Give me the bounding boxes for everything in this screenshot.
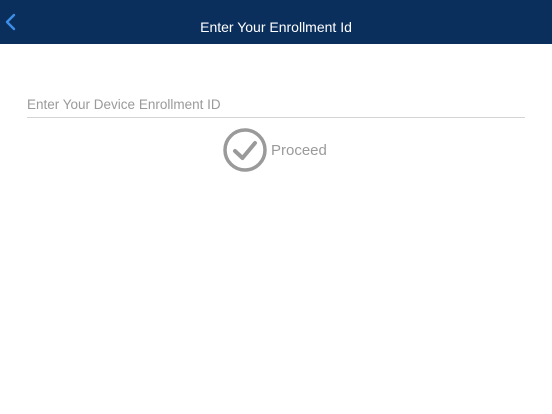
enrollment-id-input[interactable] xyxy=(27,92,525,118)
page-title: Enter Your Enrollment Id xyxy=(200,19,352,35)
back-button[interactable] xyxy=(0,0,40,44)
proceed-label: Proceed xyxy=(271,141,327,159)
chevron-left-icon xyxy=(5,13,16,31)
proceed-button[interactable]: Proceed xyxy=(223,127,327,173)
navigation-bar: Enter Your Enrollment Id xyxy=(0,0,552,44)
check-circle-icon xyxy=(223,128,267,172)
